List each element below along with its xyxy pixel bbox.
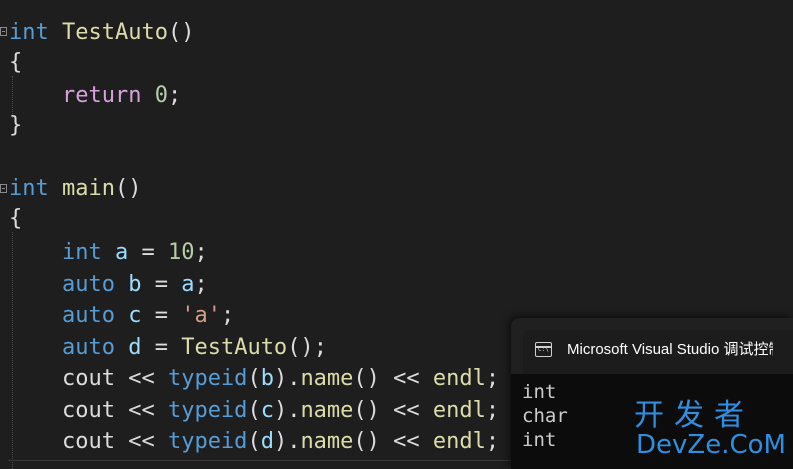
code-line-close-brace: } — [9, 110, 22, 141]
operator: << — [114, 429, 168, 454]
semicolon: ; — [485, 429, 500, 454]
code-line-cout-b: cout << typeid(b).name() << endl; — [9, 363, 499, 394]
typeid-keyword: typeid — [167, 429, 248, 454]
parens: () — [114, 176, 142, 201]
paren: ( — [247, 429, 261, 454]
code-line-cout-d: cout << typeid(d).name() << endl; — [9, 426, 499, 457]
semicolon: ; — [167, 83, 182, 108]
paren: ( — [247, 366, 261, 391]
function-call: TestAuto — [181, 335, 288, 360]
parens: () — [353, 429, 380, 454]
char-literal: 'a' — [181, 303, 221, 328]
parens: () — [353, 398, 380, 423]
operator: << — [114, 366, 168, 391]
code-line-d: auto d = TestAuto(); — [9, 332, 327, 363]
function-name: main — [62, 176, 115, 201]
code-line-cout-c: cout << typeid(c).name() << endl; — [9, 395, 499, 426]
type-keyword: auto — [61, 303, 115, 328]
operator: = — [141, 335, 182, 360]
type-keyword: int — [61, 240, 102, 265]
parens: () — [353, 366, 380, 391]
endl: endl — [432, 366, 486, 391]
paren: ) — [273, 398, 288, 423]
operator: << — [379, 429, 433, 454]
cout: cout — [61, 398, 115, 423]
brace: { — [9, 50, 23, 75]
semicolon: ; — [220, 303, 235, 328]
variable: a — [181, 272, 195, 297]
collapse-testauto-icon[interactable] — [0, 27, 7, 36]
keyword: int — [9, 176, 49, 201]
method-name: name — [300, 398, 354, 423]
semicolon: ; — [194, 240, 208, 265]
paren: ) — [273, 429, 288, 454]
code-line-open-brace: { — [9, 203, 22, 234]
console-tab[interactable]: Microsoft Visual Studio 调试控制台 × — [523, 330, 793, 374]
typeid-keyword: typeid — [167, 366, 248, 391]
code-line-testauto-signature: int TestAuto() — [9, 17, 194, 48]
watermark-text: DevZe.CoM — [636, 430, 786, 460]
code-line-b: auto b = a; — [9, 269, 208, 300]
keyword: int — [9, 20, 49, 45]
variable: c — [128, 303, 142, 328]
variable: b — [128, 272, 142, 297]
operator: << — [379, 398, 433, 423]
number: 10 — [167, 240, 195, 265]
cout: cout — [61, 429, 115, 454]
watermark-text: 开发者 — [634, 398, 754, 433]
operator: = — [128, 240, 168, 265]
code-line-main-signature: int main() — [9, 173, 141, 204]
paren: ( — [247, 398, 261, 423]
variable: a — [114, 240, 129, 265]
semicolon: ; — [194, 272, 208, 297]
semicolon: ; — [313, 335, 327, 360]
operator: << — [114, 398, 168, 423]
console-output-line: int — [522, 429, 557, 451]
console-title: Microsoft Visual Studio 调试控制台 — [567, 341, 773, 358]
variable: d — [128, 335, 142, 360]
cout: cout — [61, 366, 115, 391]
code-line-return: return 0; — [9, 80, 181, 111]
operator: = — [141, 303, 182, 328]
console-output-line: int — [522, 381, 557, 403]
typeid-keyword: typeid — [167, 398, 248, 423]
variable: c — [260, 398, 274, 423]
code-line-c: auto c = 'a'; — [9, 300, 234, 331]
endl: endl — [432, 429, 486, 454]
endl: endl — [432, 398, 486, 423]
paren: ) — [273, 366, 288, 391]
dot: . — [287, 366, 301, 391]
method-name: name — [300, 366, 354, 391]
brace: } — [9, 113, 23, 138]
console-output-line: char — [522, 405, 568, 427]
number: 0 — [154, 83, 168, 108]
dot: . — [287, 429, 301, 454]
type-keyword: auto — [61, 272, 115, 297]
brace: { — [9, 206, 23, 231]
code-line-a: int a = 10; — [9, 237, 208, 268]
code-line-open-brace: { — [9, 47, 22, 78]
method-name: name — [300, 429, 354, 454]
function-name: TestAuto — [62, 20, 168, 45]
operator: << — [379, 366, 433, 391]
type-keyword: auto — [61, 335, 115, 360]
semicolon: ; — [485, 398, 500, 423]
collapse-main-icon[interactable] — [0, 184, 7, 193]
operator: = — [141, 272, 182, 297]
parens: () — [287, 335, 314, 360]
variable: b — [260, 366, 274, 391]
console-icon — [535, 342, 552, 357]
variable: d — [260, 429, 274, 454]
console-titlebar[interactable]: Microsoft Visual Studio 调试控制台 × — [511, 318, 793, 374]
parens: () — [167, 20, 195, 45]
dot: . — [287, 398, 301, 423]
semicolon: ; — [485, 366, 500, 391]
keyword-return: return — [61, 83, 142, 108]
